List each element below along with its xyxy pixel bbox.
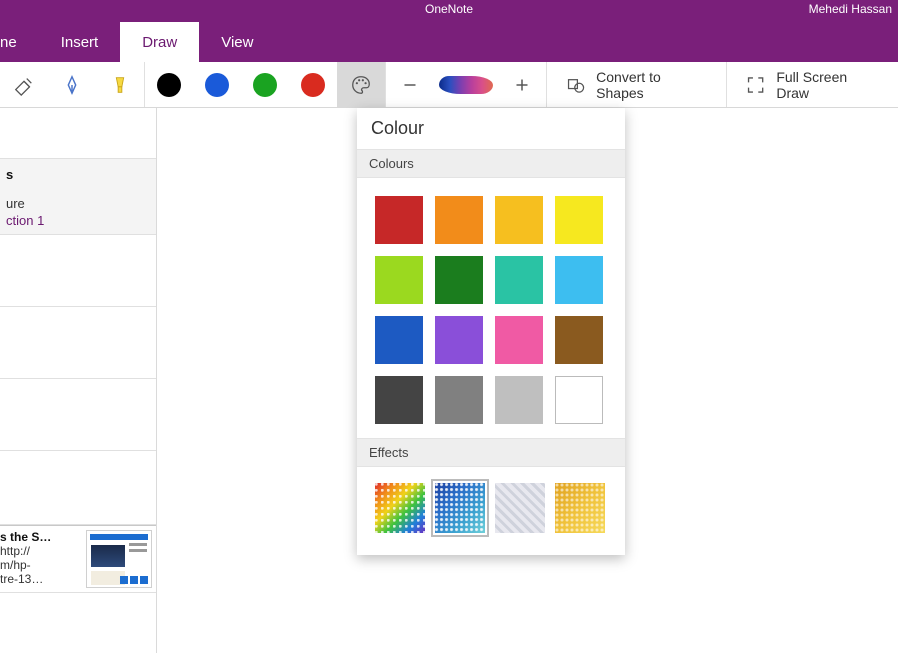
thicker-button[interactable]: [498, 62, 546, 107]
list-item-title: s the S…: [0, 530, 78, 544]
effect-swatch-galaxy[interactable]: [435, 483, 485, 533]
pen-tool[interactable]: [48, 62, 96, 107]
colour-popup: Colour Colours Effects: [357, 108, 625, 555]
user-name[interactable]: Mehedi Hassan: [809, 2, 892, 16]
ink-colour-group: [145, 62, 385, 107]
list-item-line: http://: [0, 544, 78, 558]
convert-to-shapes-button[interactable]: Convert to Shapes: [547, 62, 726, 107]
tab-view-label: View: [221, 34, 253, 51]
effect-swatch-silver[interactable]: [495, 483, 545, 533]
red-circle-icon: [301, 73, 325, 97]
plus-icon: [511, 74, 533, 96]
colour-black[interactable]: [145, 62, 193, 107]
pen-icon: [61, 74, 83, 96]
effect-swatch-gold[interactable]: [555, 483, 605, 533]
list-item[interactable]: [0, 451, 156, 525]
colours-section-header: Colours: [357, 149, 625, 178]
list-item-line: m/hp-: [0, 558, 78, 572]
highlighter-icon: [109, 74, 131, 96]
tab-home-label: ne: [0, 34, 17, 51]
tab-draw[interactable]: Draw: [120, 22, 199, 62]
full-screen-draw-label: Full Screen Draw: [776, 69, 880, 101]
colour-swatch-grid: [357, 178, 625, 438]
draw-ribbon: Convert to Shapes Full Screen Draw: [0, 62, 898, 108]
colour-swatch-sky-blue[interactable]: [555, 256, 603, 304]
eraser-tool[interactable]: [0, 62, 48, 107]
colour-swatch-white[interactable]: [555, 376, 603, 424]
ink-preview: [434, 62, 498, 107]
palette-icon: [350, 74, 372, 96]
colour-swatch-blue[interactable]: [375, 316, 423, 364]
page-list-sidebar: s ure ction 1 s the S… http:// m/hp- tre…: [0, 108, 157, 653]
list-item[interactable]: s the S… http:// m/hp- tre-13…: [0, 525, 156, 593]
colour-red[interactable]: [289, 62, 337, 107]
list-item-text: s the S… http:// m/hp- tre-13…: [0, 530, 78, 588]
title-bar: OneNote Mehedi Hassan: [0, 0, 898, 22]
fullscreen-icon: [745, 74, 766, 96]
effect-swatch-rainbow[interactable]: [375, 483, 425, 533]
colour-green[interactable]: [241, 62, 289, 107]
ink-smear-icon: [439, 76, 493, 94]
app-title: OneNote: [425, 2, 473, 16]
convert-to-shapes-label: Convert to Shapes: [596, 69, 708, 101]
convert-shapes-icon: [565, 74, 586, 96]
list-item-line: tre-13…: [0, 572, 78, 586]
thinner-button[interactable]: [386, 62, 434, 107]
colour-swatch-amber[interactable]: [495, 196, 543, 244]
colour-swatch-grey[interactable]: [435, 376, 483, 424]
section-header-title: s: [6, 167, 150, 182]
colour-swatch-light-grey[interactable]: [495, 376, 543, 424]
section-header-sub: ure: [6, 196, 150, 211]
colour-swatch-dark-grey[interactable]: [375, 376, 423, 424]
colour-swatch-orange[interactable]: [435, 196, 483, 244]
colour-swatch-purple[interactable]: [435, 316, 483, 364]
colour-popup-title: Colour: [357, 108, 625, 149]
colour-swatch-dark-green[interactable]: [435, 256, 483, 304]
tab-draw-label: Draw: [142, 34, 177, 51]
colour-swatch-pink[interactable]: [495, 316, 543, 364]
tab-view[interactable]: View: [199, 22, 275, 62]
colour-swatch-red[interactable]: [375, 196, 423, 244]
colour-swatch-brown[interactable]: [555, 316, 603, 364]
list-item[interactable]: [0, 379, 156, 451]
section-header-section: ction 1: [6, 213, 150, 228]
list-item[interactable]: [0, 235, 156, 307]
minus-icon: [399, 74, 421, 96]
colour-blue[interactable]: [193, 62, 241, 107]
colour-swatch-yellow[interactable]: [555, 196, 603, 244]
tab-home[interactable]: ne: [0, 22, 39, 62]
effects-section-header: Effects: [357, 438, 625, 467]
colour-swatch-teal[interactable]: [495, 256, 543, 304]
green-circle-icon: [253, 73, 277, 97]
section-header[interactable]: s ure ction 1: [0, 158, 156, 235]
effects-grid: [357, 467, 625, 555]
eraser-icon: [13, 74, 35, 96]
thickness-group: [386, 62, 546, 107]
colour-picker-button[interactable]: [337, 62, 385, 107]
tab-insert-label: Insert: [61, 34, 99, 51]
colour-swatch-lime[interactable]: [375, 256, 423, 304]
full-screen-draw-button[interactable]: Full Screen Draw: [727, 62, 898, 107]
tab-insert[interactable]: Insert: [39, 22, 121, 62]
blue-circle-icon: [205, 73, 229, 97]
tool-group: [0, 62, 144, 107]
list-item-thumbnail: [86, 530, 152, 588]
tab-strip: ne Insert Draw View: [0, 22, 898, 62]
black-circle-icon: [157, 73, 181, 97]
list-item[interactable]: [0, 307, 156, 379]
highlighter-tool[interactable]: [96, 62, 144, 107]
